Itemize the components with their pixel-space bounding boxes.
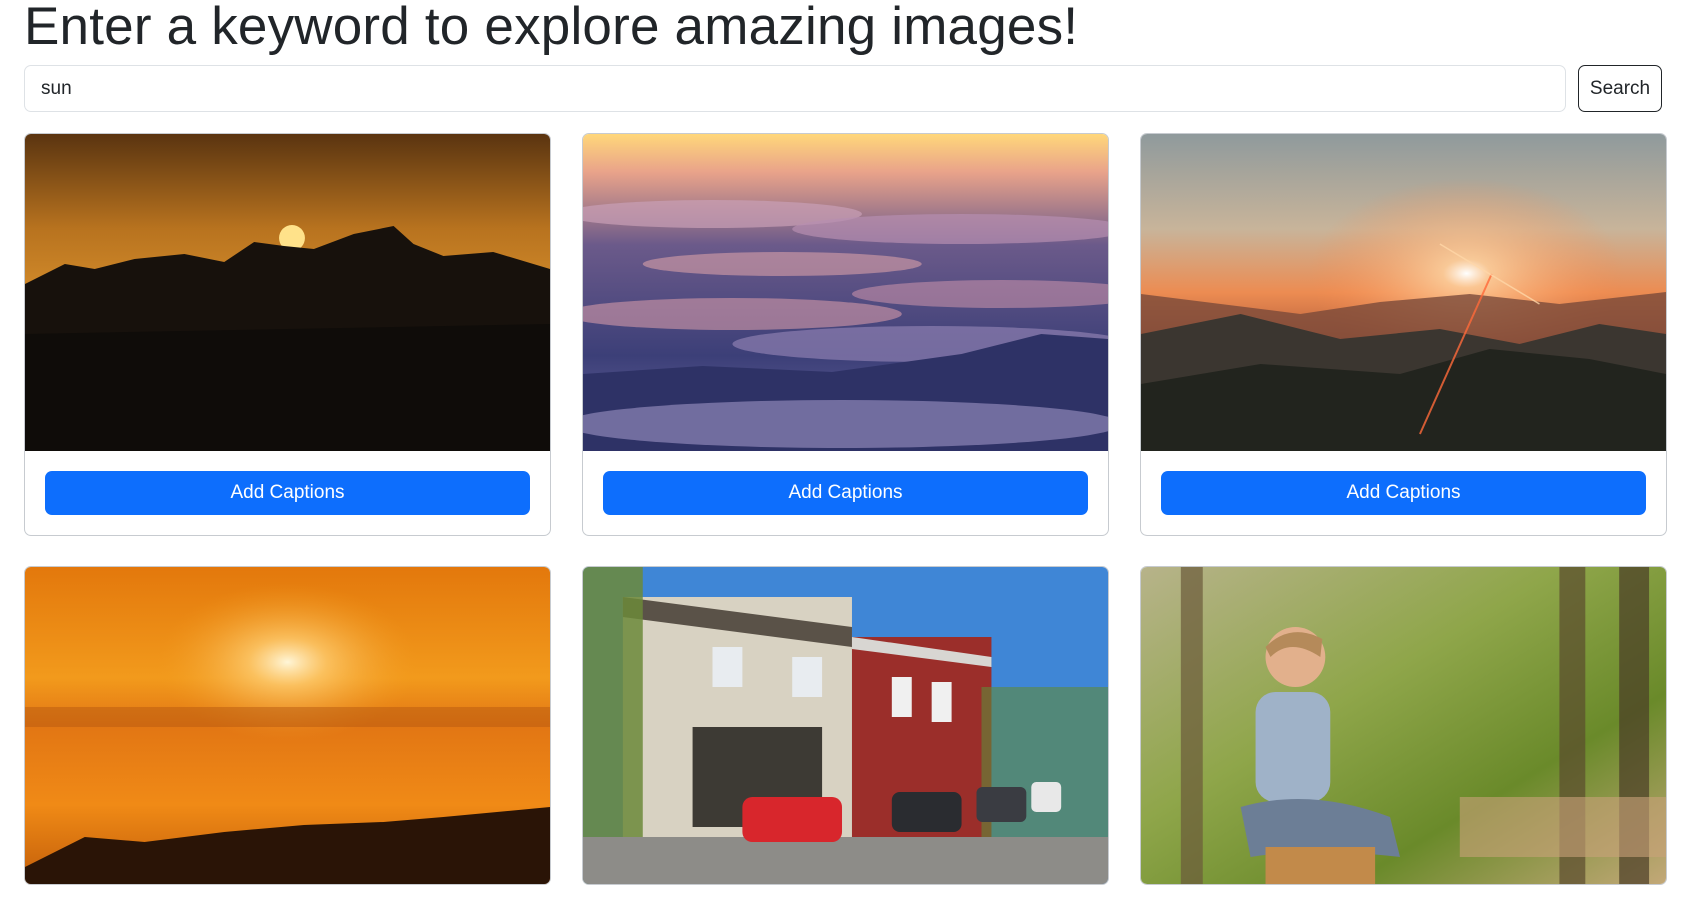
image-card — [1140, 566, 1667, 885]
search-input[interactable] — [24, 65, 1566, 112]
meditating-boy-image — [1141, 567, 1666, 884]
image-card: Add Captions — [1140, 133, 1667, 536]
add-captions-button[interactable]: Add Captions — [1161, 471, 1646, 515]
card-body: Add Captions — [1141, 451, 1666, 535]
add-captions-button[interactable]: Add Captions — [603, 471, 1088, 515]
add-captions-button[interactable]: Add Captions — [45, 471, 530, 515]
result-image[interactable] — [583, 134, 1108, 451]
mountain-sunset-image — [1141, 134, 1666, 451]
image-card: Add Captions — [582, 133, 1109, 536]
result-image[interactable] — [25, 567, 550, 884]
search-bar: Search — [24, 65, 1667, 112]
page-title: Enter a keyword to explore amazing image… — [24, 0, 1079, 56]
result-image[interactable] — [583, 567, 1108, 884]
sunset-image — [25, 134, 550, 451]
result-image[interactable] — [1141, 567, 1666, 884]
card-body: Add Captions — [583, 451, 1108, 535]
result-image[interactable] — [1141, 134, 1666, 451]
result-image[interactable] — [25, 134, 550, 451]
image-card — [24, 566, 551, 885]
page: Enter a keyword to explore amazing image… — [0, 0, 1692, 897]
image-card: Add Captions — [24, 133, 551, 536]
ocean-sunset-image — [25, 567, 550, 884]
search-button[interactable]: Search — [1578, 65, 1662, 112]
street-image — [583, 567, 1108, 884]
card-body: Add Captions — [25, 451, 550, 535]
image-card — [582, 566, 1109, 885]
clouds-image — [583, 134, 1108, 451]
